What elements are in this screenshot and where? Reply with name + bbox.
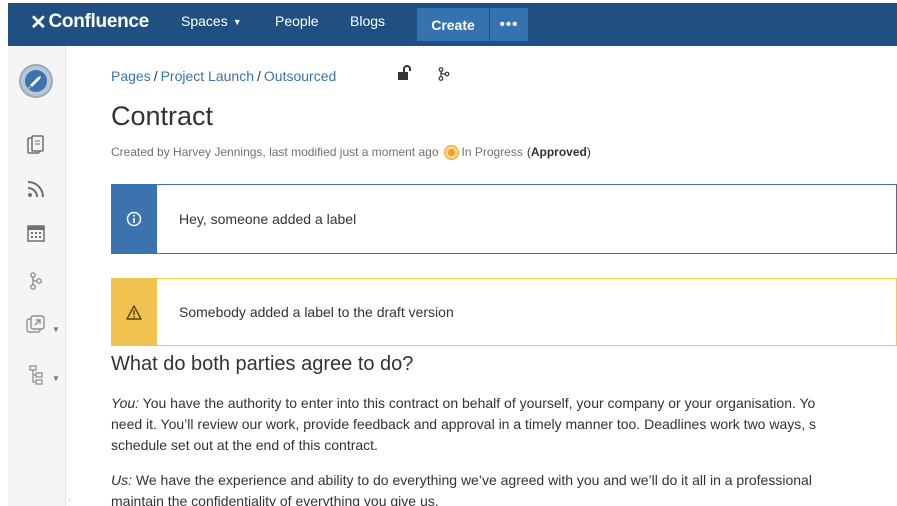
section-heading: What do both parties agree to do? <box>111 353 414 375</box>
warning-panel: Somebody added a label to the draft vers… <box>111 278 897 346</box>
confluence-logo[interactable]: ✕ Confluence <box>30 9 149 35</box>
status-label[interactable]: In Progress <box>462 145 523 159</box>
breadcrumb-separator: / <box>153 68 158 84</box>
hierarchy-icon[interactable] <box>25 364 47 386</box>
byline-text: Created by Harvey Jennings, last modifie… <box>111 145 439 159</box>
chevron-down-icon: ▼ <box>232 17 242 27</box>
paragraph-line-text: We have the experience and ability to do… <box>132 472 812 488</box>
status-in-progress-icon <box>444 145 458 159</box>
paragraph-line: maintain the confidentiality of everythi… <box>111 493 439 506</box>
page-tree-icon[interactable] <box>25 270 47 292</box>
page-tree-icon[interactable] <box>438 67 450 86</box>
paragraph-line-text: You have the authority to enter into thi… <box>139 395 816 411</box>
calendar-icon[interactable] <box>25 222 47 244</box>
chevron-down-icon[interactable]: ▼ <box>52 374 60 383</box>
logo-text: Confluence <box>48 11 149 32</box>
warning-icon <box>126 304 142 320</box>
warning-panel-text: Somebody added a label to the draft vers… <box>179 304 454 320</box>
page-byline: Created by Harvey Jennings, last modifie… <box>111 145 591 159</box>
info-panel-text: Hey, someone added a label <box>179 211 357 227</box>
paragraph-us: Us: We have the experience and ability t… <box>111 470 897 506</box>
breadcrumb-project-launch[interactable]: Project Launch <box>161 68 254 84</box>
sidebar-resize-handle[interactable]: ··· <box>68 496 71 506</box>
warning-panel-icon-area <box>111 278 157 346</box>
shortcuts-icon[interactable] <box>25 314 47 336</box>
more-options-button[interactable]: ••• <box>490 8 528 41</box>
paragraph-line: You: You have the authority to enter int… <box>111 393 897 414</box>
you-label: You: <box>111 395 140 411</box>
confluence-x-icon: ✕ <box>30 11 47 34</box>
top-bar: ✕ Confluence Spaces ▼ People Blogs Create… <box>0 0 897 46</box>
approved-close-paren: ) <box>586 145 591 159</box>
create-button[interactable]: Create <box>417 8 489 41</box>
chevron-down-icon[interactable]: ▼ <box>52 325 60 334</box>
blog-feed-icon[interactable] <box>25 178 47 200</box>
breadcrumb: Pages / Project Launch / Outsourced <box>111 68 336 84</box>
paragraph-line: Us: We have the experience and ability t… <box>111 470 897 491</box>
spaces-label: Spaces <box>181 13 228 29</box>
approved-label: Approved <box>530 145 587 159</box>
us-label: Us: <box>111 472 132 488</box>
info-icon <box>126 211 142 227</box>
space-avatar[interactable] <box>19 64 53 98</box>
breadcrumb-outsourced[interactable]: Outsourced <box>264 68 336 84</box>
space-sidebar: ▼ ▼ ··· <box>8 46 71 506</box>
info-panel-icon-area <box>111 184 157 254</box>
rocket-icon <box>25 70 47 92</box>
breadcrumb-pages[interactable]: Pages <box>111 68 151 84</box>
people-link[interactable]: People <box>275 13 319 29</box>
page-title: Contract <box>111 101 214 131</box>
spaces-menu[interactable]: Spaces ▼ <box>181 13 242 29</box>
paragraph-line: schedule set out at the end of this cont… <box>111 437 378 453</box>
blogs-link[interactable]: Blogs <box>350 13 385 29</box>
breadcrumb-separator: / <box>257 68 261 84</box>
paragraph-you: You: You have the authority to enter int… <box>111 393 897 456</box>
paragraph-line: need it. You’ll review our work, provide… <box>111 416 817 432</box>
unlock-icon[interactable] <box>397 65 411 86</box>
info-panel: Hey, someone added a label <box>111 184 897 254</box>
pages-icon[interactable] <box>25 134 47 156</box>
